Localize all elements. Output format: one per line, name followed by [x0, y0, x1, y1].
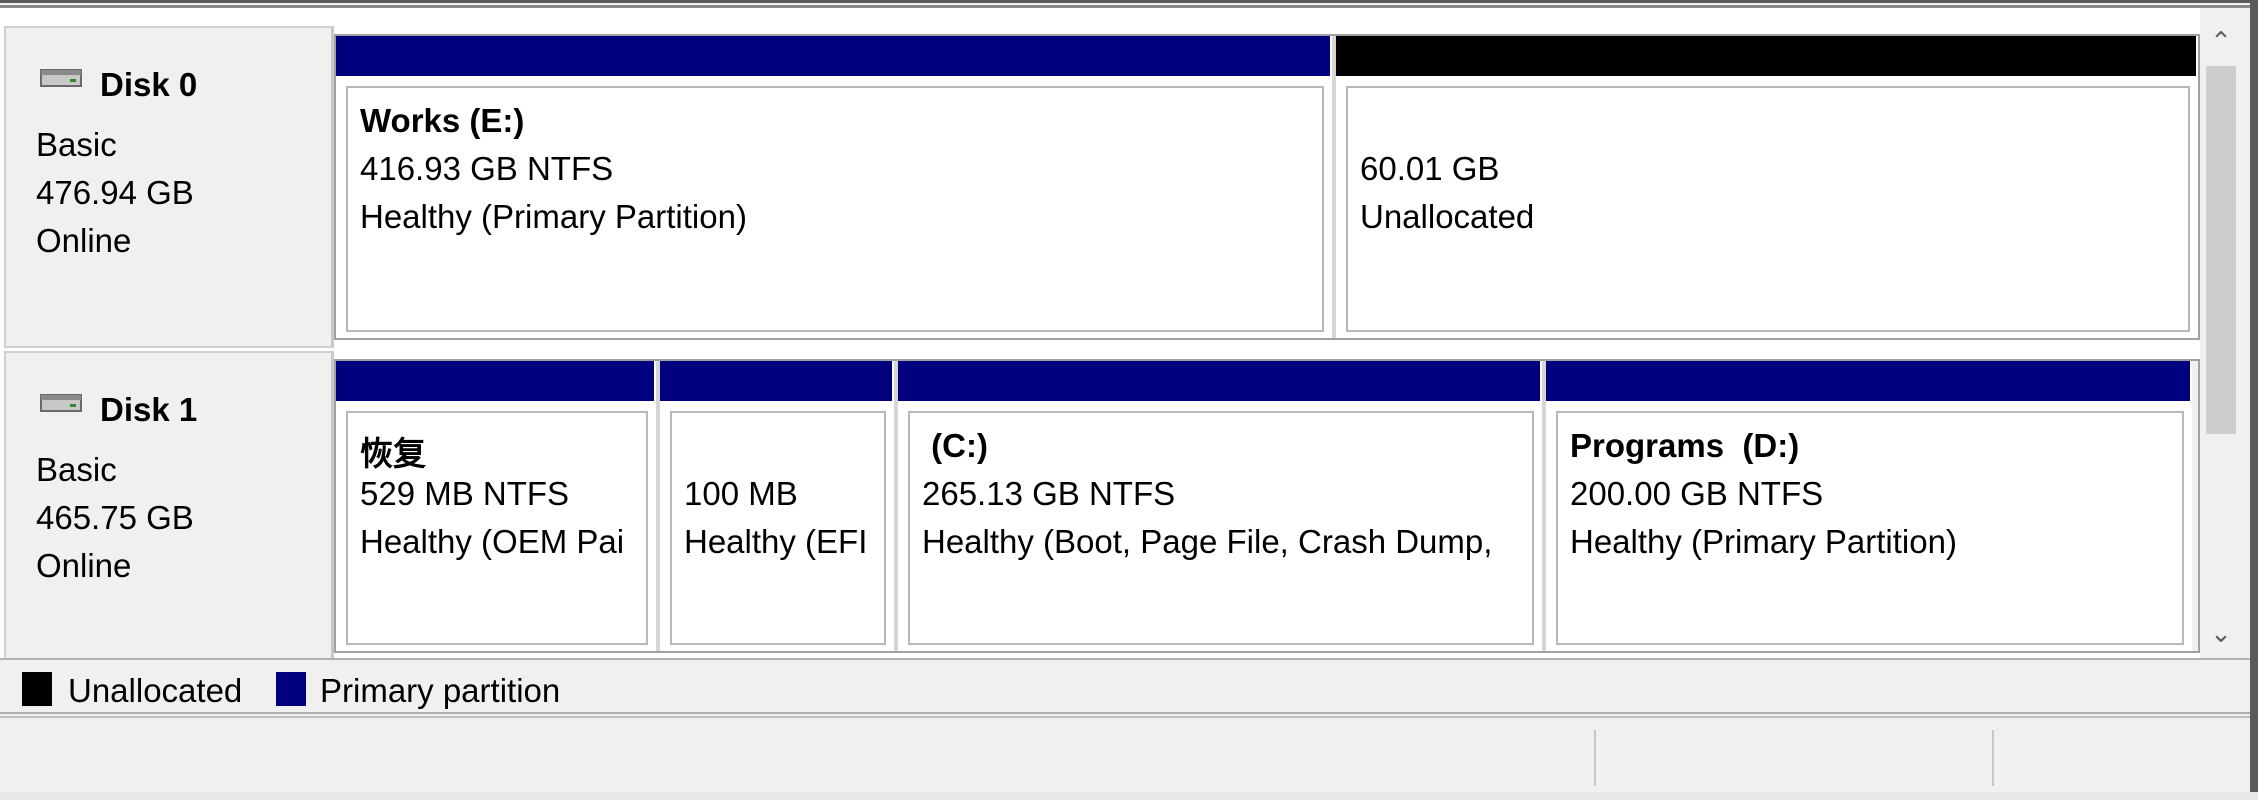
partition-title: Works (E:) — [360, 102, 525, 139]
partition-body: Works (E:) 416.93 GB NTFS Healthy (Prima… — [346, 86, 1324, 332]
primary-partition-bar — [660, 361, 892, 401]
partition-size: 60.01 GB — [1360, 150, 1500, 187]
disk-row-1: Disk 1 Basic 465.75 GB Online 恢复 529 MB … — [0, 351, 2200, 661]
disk-size: 465.75 GB — [36, 499, 194, 536]
status-bar — [0, 716, 2250, 792]
partition-title: (C:) — [922, 427, 988, 464]
legend-label-unallocated: Unallocated — [68, 672, 243, 709]
partition-works-e[interactable]: Works (E:) 416.93 GB NTFS Healthy (Prima… — [336, 36, 1336, 338]
partition-status: Healthy (Boot, Page File, Crash Dump, — [922, 523, 1493, 560]
disk-1-partition-strip: 恢复 529 MB NTFS Healthy (OEM Pai 100 MB H… — [334, 359, 2200, 653]
hard-disk-icon — [40, 394, 82, 412]
primary-partition-bar — [336, 361, 654, 401]
partition-status: Healthy (OEM Pai — [360, 523, 625, 560]
partition-body: 100 MB Healthy (EFI — [670, 411, 886, 645]
disk-0-label-panel[interactable]: Disk 0 Basic 476.94 GB Online — [4, 26, 334, 348]
partition-status: Unallocated — [1360, 198, 1535, 235]
chevron-down-icon[interactable]: ⌄ — [2210, 620, 2232, 646]
scrollbar-thumb[interactable] — [2206, 66, 2236, 434]
partition-programs-d[interactable]: Programs (D:) 200.00 GB NTFS Healthy (Pr… — [1546, 361, 2192, 651]
disk-type: Basic — [36, 126, 117, 163]
disk-status: Online — [36, 547, 132, 584]
partition-size: 200.00 GB NTFS — [1570, 475, 1824, 512]
unallocated-bar — [1336, 36, 2196, 76]
unallocated-swatch-icon — [22, 672, 52, 706]
partition-c[interactable]: (C:) 265.13 GB NTFS Healthy (Boot, Page … — [898, 361, 1546, 651]
partition-size: 100 MB — [684, 475, 798, 512]
disk-name: Disk 0 — [100, 66, 198, 103]
primary-partition-bar — [1546, 361, 2190, 401]
primary-partition-swatch-icon — [276, 672, 306, 706]
status-separator — [1992, 730, 1994, 786]
partition-efi[interactable]: 100 MB Healthy (EFI — [660, 361, 898, 651]
partition-size: 529 MB NTFS — [360, 475, 570, 512]
chevron-up-icon[interactable]: ⌃ — [2210, 28, 2232, 54]
window-top-border — [0, 0, 2258, 8]
partition-title: 恢复 — [360, 435, 426, 472]
partition-body: 恢复 529 MB NTFS Healthy (OEM Pai — [346, 411, 648, 645]
partition-body: (C:) 265.13 GB NTFS Healthy (Boot, Page … — [908, 411, 1534, 645]
partition-title: Programs (D:) — [1570, 427, 1800, 464]
disk-map-pane: Disk 0 Basic 476.94 GB Online Works (E:)… — [0, 8, 2200, 661]
status-separator — [1594, 730, 1596, 786]
disk-name: Disk 1 — [100, 391, 198, 428]
legend-label-primary: Primary partition — [320, 672, 561, 709]
partition-status: Healthy (EFI — [684, 523, 868, 560]
disk-row-0: Disk 0 Basic 476.94 GB Online Works (E:)… — [0, 26, 2200, 348]
hard-disk-icon — [40, 69, 82, 87]
vertical-scrollbar[interactable]: ⌃ ⌄ — [2200, 18, 2242, 658]
disk-type: Basic — [36, 451, 117, 488]
window-bottom-edge — [0, 792, 2258, 800]
primary-partition-bar — [898, 361, 1540, 401]
partition-status: Healthy (Primary Partition) — [1570, 523, 1957, 560]
legend-bar: Unallocated Primary partition — [0, 658, 2250, 714]
partition-status: Healthy (Primary Partition) — [360, 198, 747, 235]
partition-unallocated[interactable]: 60.01 GB Unallocated — [1336, 36, 2198, 338]
partition-size: 416.93 GB NTFS — [360, 150, 614, 187]
partition-body: Programs (D:) 200.00 GB NTFS Healthy (Pr… — [1556, 411, 2184, 645]
partition-recovery[interactable]: 恢复 529 MB NTFS Healthy (OEM Pai — [336, 361, 660, 651]
disk-1-label-panel[interactable]: Disk 1 Basic 465.75 GB Online — [4, 351, 334, 661]
primary-partition-bar — [336, 36, 1330, 76]
partition-body: 60.01 GB Unallocated — [1346, 86, 2190, 332]
disk-size: 476.94 GB — [36, 174, 194, 211]
partition-size: 265.13 GB NTFS — [922, 475, 1176, 512]
disk-0-partition-strip: Works (E:) 416.93 GB NTFS Healthy (Prima… — [334, 34, 2200, 340]
disk-status: Online — [36, 222, 132, 259]
window-right-border — [2250, 0, 2258, 800]
